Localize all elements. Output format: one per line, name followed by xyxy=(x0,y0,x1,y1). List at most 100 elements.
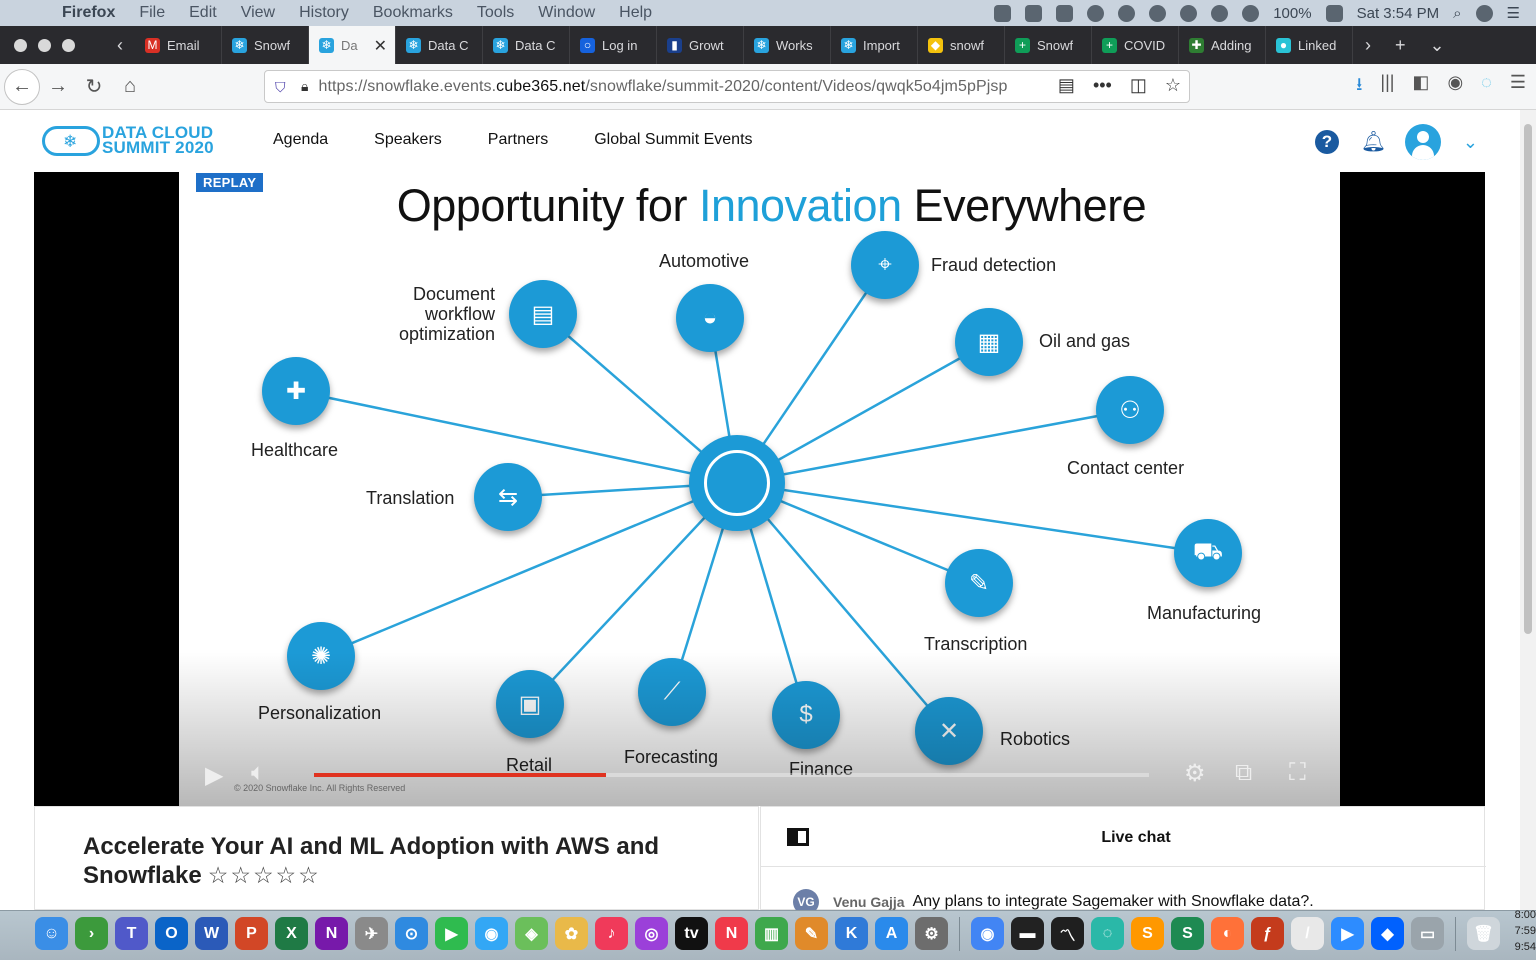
chrome-icon[interactable]: ◉ xyxy=(971,917,1004,950)
nav-agenda[interactable]: Agenda xyxy=(273,131,328,149)
powerpoint-icon[interactable]: P xyxy=(235,917,268,950)
play-icon[interactable]: ▶ xyxy=(205,761,223,790)
tab-9[interactable]: ◆ snowf xyxy=(918,26,1005,64)
page-scrollbar[interactable] xyxy=(1520,110,1536,910)
battery-percent[interactable]: 100% xyxy=(1273,5,1311,22)
menu-tools[interactable]: Tools xyxy=(477,4,514,22)
status-app-icon[interactable] xyxy=(1211,4,1229,22)
rating-stars[interactable]: ☆☆☆☆☆ xyxy=(208,862,321,888)
preview-icon[interactable]: / xyxy=(1291,917,1324,950)
tracking-protection-shield-icon[interactable]: ⛉ xyxy=(275,79,289,95)
tab-3[interactable]: ❄ Data C xyxy=(396,26,483,64)
settings-gear-icon[interactable]: ⚙ xyxy=(1184,759,1206,788)
lock-icon[interactable]: 🔒︎ xyxy=(301,78,308,95)
tab-0[interactable]: M Email xyxy=(135,26,222,64)
reload-button[interactable]: ↻ xyxy=(76,69,112,105)
account-icon[interactable]: ◉ xyxy=(1447,72,1463,102)
tab-1[interactable]: ❄ Snowf xyxy=(222,26,309,64)
snowflake-app-icon[interactable]: S xyxy=(1171,917,1204,950)
close-tab-icon[interactable]: ✕ xyxy=(374,36,387,56)
menu-file[interactable]: File xyxy=(139,4,165,22)
podcasts-icon[interactable]: ◎ xyxy=(635,917,668,950)
menu-window[interactable]: Window xyxy=(538,4,595,22)
screen-icon[interactable]: ▭ xyxy=(1411,917,1444,950)
tab-list-menu-icon[interactable]: ⌄ xyxy=(1418,35,1457,56)
excel-icon[interactable]: X xyxy=(275,917,308,950)
downloads-icon[interactable]: ⭳ xyxy=(1356,72,1362,102)
spotlight-icon[interactable]: ⌕ xyxy=(1453,5,1461,22)
menu-help[interactable]: Help xyxy=(619,4,652,22)
battery-icon[interactable] xyxy=(1325,4,1343,22)
tab-12[interactable]: ✚ Adding xyxy=(1179,26,1266,64)
menu-app-name[interactable]: Firefox xyxy=(62,4,115,22)
nav-speakers[interactable]: Speakers xyxy=(374,131,442,149)
status-app-icon[interactable] xyxy=(1087,4,1105,22)
fullscreen-icon[interactable]: ⛶ xyxy=(1289,759,1306,787)
tab-6[interactable]: ▮ Growt xyxy=(657,26,744,64)
status-app-icon[interactable] xyxy=(1180,4,1198,22)
forward-button[interactable]: → xyxy=(40,69,76,105)
menu-edit[interactable]: Edit xyxy=(189,4,217,22)
tab-4[interactable]: ❄ Data C xyxy=(483,26,570,64)
messages-icon[interactable]: ◉ xyxy=(475,917,508,950)
help-icon[interactable]: ? xyxy=(1314,130,1339,154)
siri-icon[interactable] xyxy=(1475,4,1493,22)
tab-10[interactable]: + Snowf xyxy=(1005,26,1092,64)
nav-partners[interactable]: Partners xyxy=(488,131,548,149)
summit-logo[interactable]: ❄ DATA CLOUD SUMMIT 2020 xyxy=(42,124,232,160)
close-window-button[interactable] xyxy=(14,38,27,52)
wifi-icon[interactable] xyxy=(1242,4,1260,22)
bookmark-star-icon[interactable]: ☆ xyxy=(1165,75,1181,96)
video-player[interactable]: REPLAY Opportunity for Innovation Everyw… xyxy=(34,172,1485,806)
reader-view-icon[interactable]: ▤ xyxy=(1058,75,1075,96)
zoom-icon[interactable]: ▶ xyxy=(1331,917,1364,950)
status-app-icon[interactable] xyxy=(1056,4,1074,22)
tab-5[interactable]: ○ Log in xyxy=(570,26,657,64)
tab-scroll-left-icon[interactable]: ‹ xyxy=(105,35,135,56)
status-app-icon[interactable] xyxy=(994,4,1012,22)
sidebar-icon[interactable]: ◧ xyxy=(1412,72,1429,102)
notification-center-icon[interactable]: ☰ xyxy=(1507,4,1520,22)
word-icon[interactable]: W xyxy=(195,917,228,950)
tab-11[interactable]: + COVID xyxy=(1092,26,1179,64)
outlook-icon[interactable]: O xyxy=(155,917,188,950)
tab-7[interactable]: ❄ Works xyxy=(744,26,831,64)
home-button[interactable]: ⌂ xyxy=(112,69,148,105)
matlab-icon[interactable]: ƒ xyxy=(1251,917,1284,950)
photos-icon[interactable]: ✿ xyxy=(555,917,588,950)
cloud-status-icon[interactable] xyxy=(1118,4,1136,22)
finder-icon[interactable]: ☺ xyxy=(35,917,68,950)
apple-icon[interactable] xyxy=(22,4,40,22)
activity-monitor-icon[interactable]: 〽 xyxy=(1051,917,1084,950)
terminal-app-icon[interactable]: › xyxy=(75,917,108,950)
maps-icon[interactable]: ◈ xyxy=(515,917,548,950)
system-preferences-icon[interactable]: ⚙ xyxy=(915,917,948,950)
menu-history[interactable]: History xyxy=(299,4,349,22)
onenote-icon[interactable]: N xyxy=(315,917,348,950)
appstore-icon[interactable]: A xyxy=(875,917,908,950)
dropbox-icon[interactable]: ◆ xyxy=(1371,917,1404,950)
chevron-down-icon[interactable]: ⌄ xyxy=(1463,132,1478,153)
menu-view[interactable]: View xyxy=(241,4,275,22)
tv-icon[interactable]: tv xyxy=(675,917,708,950)
music-icon[interactable]: ♪ xyxy=(595,917,628,950)
dropbox-status-icon[interactable] xyxy=(1025,4,1043,22)
nav-global-summit-events[interactable]: Global Summit Events xyxy=(594,131,752,149)
url-text[interactable]: https://snowflake.events.cube365.net/sno… xyxy=(318,78,1030,96)
menu-bookmarks[interactable]: Bookmarks xyxy=(373,4,453,22)
library-icon[interactable]: ||| xyxy=(1380,72,1394,102)
app-menu-icon[interactable]: ☰ xyxy=(1510,72,1526,102)
extension-icon[interactable]: ◌ xyxy=(1481,72,1492,102)
terminal-icon[interactable]: ▬ xyxy=(1011,917,1044,950)
menubar-clock[interactable]: Sat 3:54 PM xyxy=(1357,5,1440,22)
address-bar[interactable]: ⛉ 🔒︎ https://snowflake.events.cube365.ne… xyxy=(264,70,1190,103)
facetime-icon[interactable]: ▶ xyxy=(435,917,468,950)
sublime-icon[interactable]: S xyxy=(1131,917,1164,950)
tab-2[interactable]: ❄ Da ✕ xyxy=(309,26,396,64)
status-app-icon[interactable] xyxy=(1149,4,1167,22)
tab-scroll-right-icon[interactable]: › xyxy=(1353,35,1383,56)
launchpad-icon[interactable]: ✈ xyxy=(355,917,388,950)
pages-icon[interactable]: ✎ xyxy=(795,917,828,950)
page-actions-icon[interactable]: ••• xyxy=(1093,75,1112,96)
zoom-window-button[interactable] xyxy=(62,38,75,52)
